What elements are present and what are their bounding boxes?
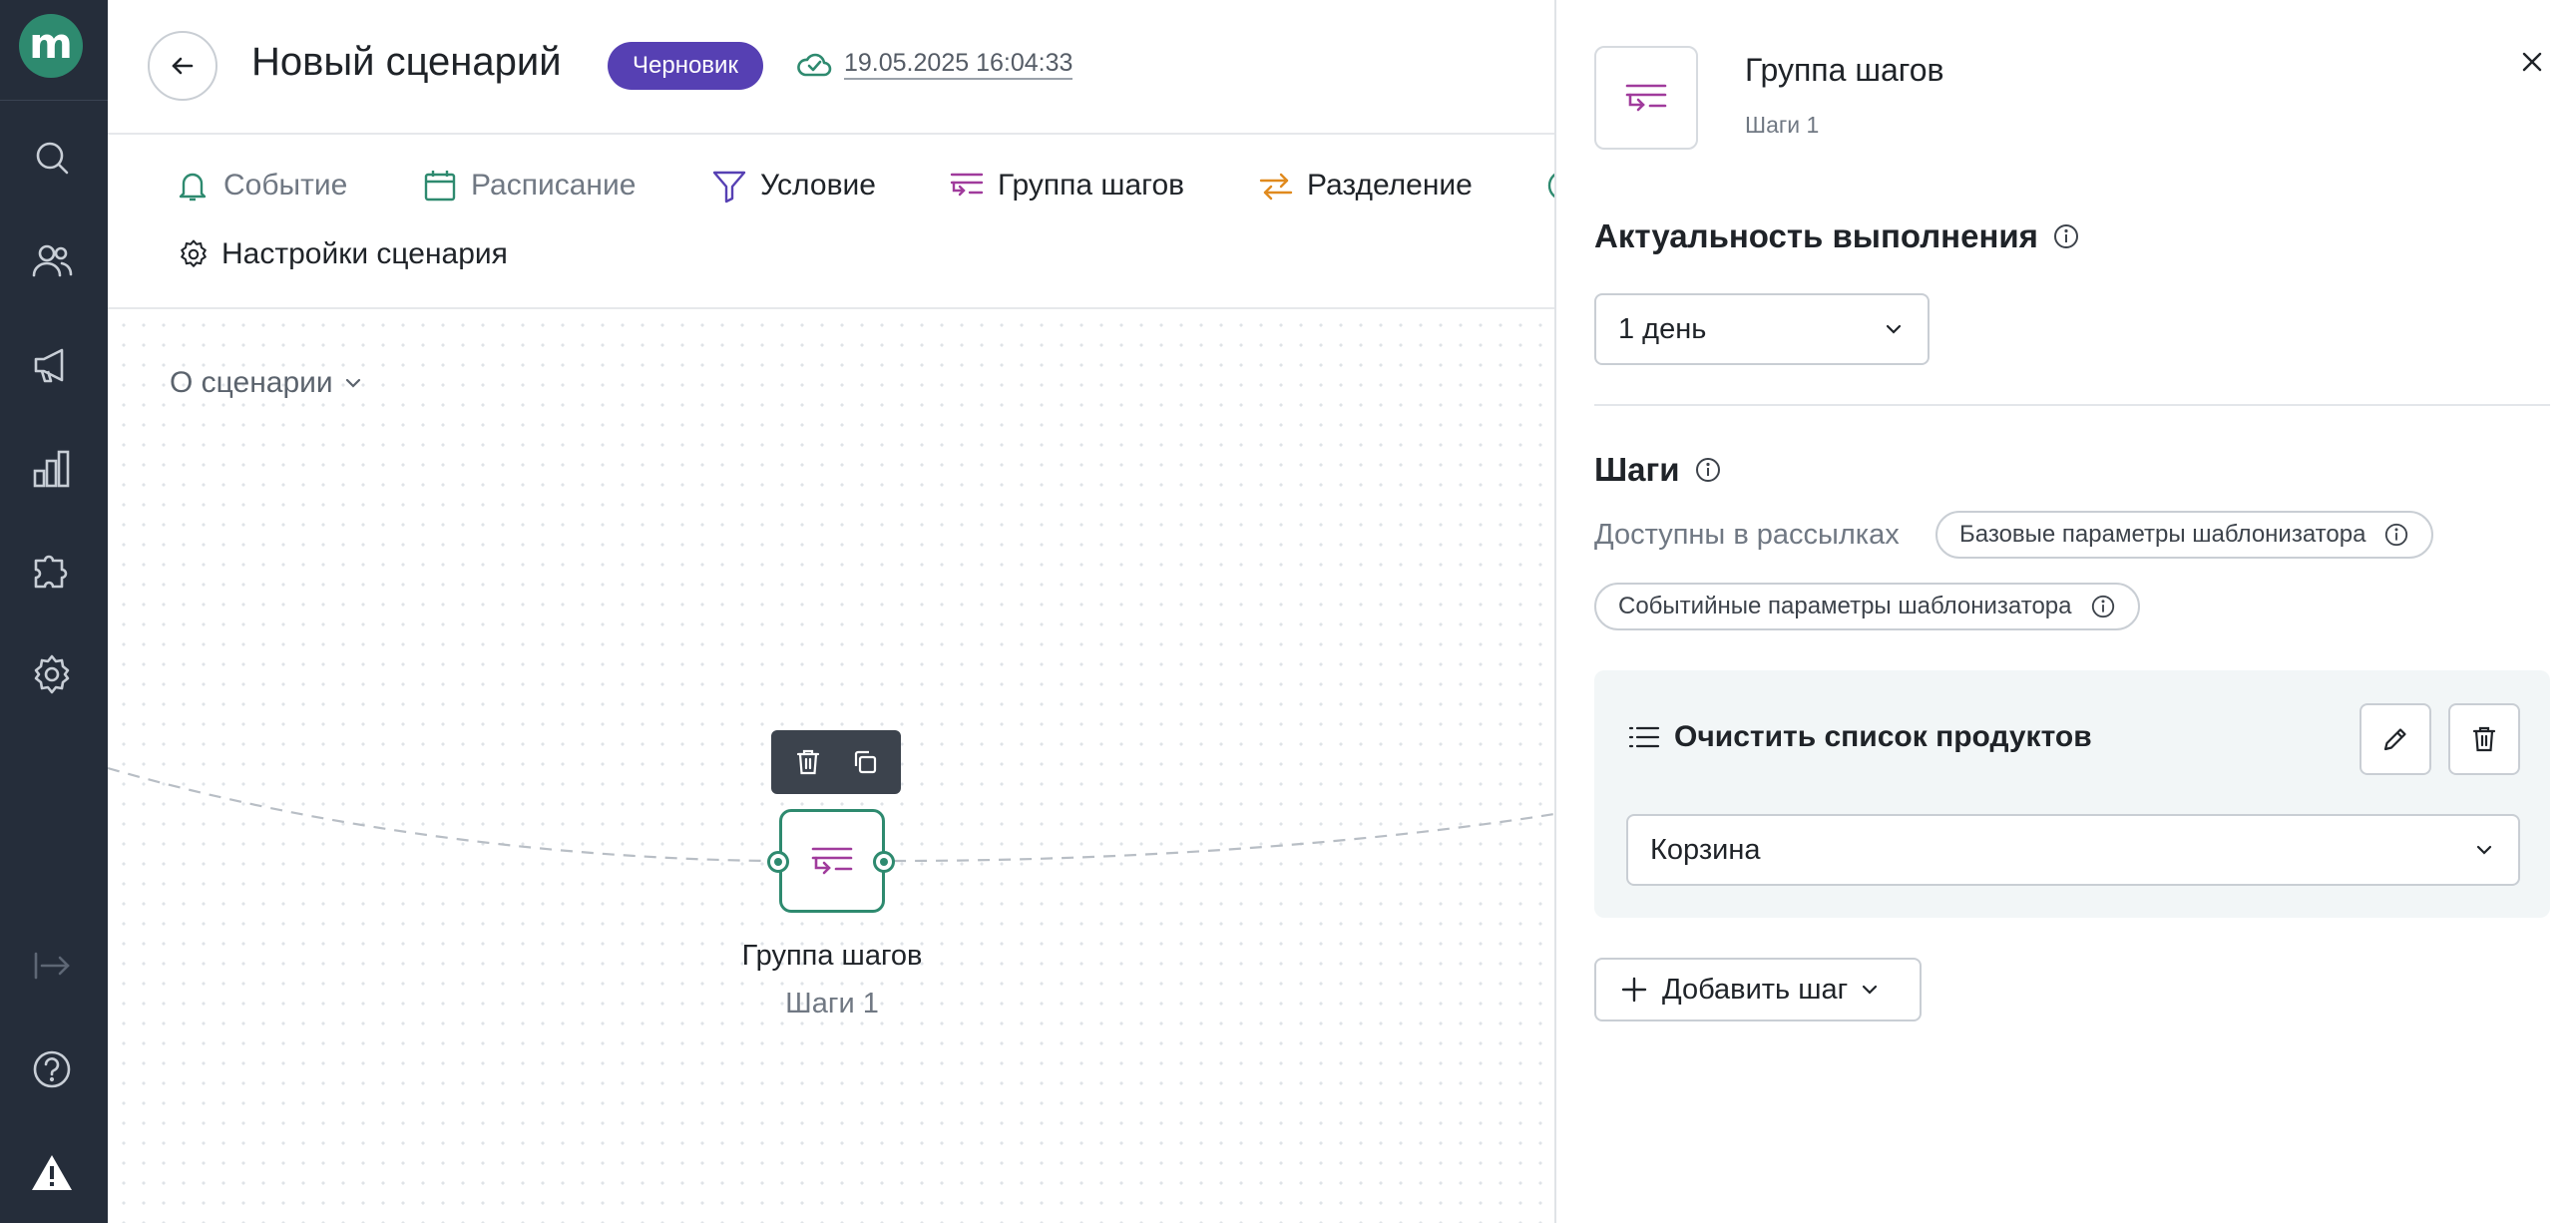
steps-heading: Шаги (1594, 451, 1722, 489)
available-in-mailings-label: Доступны в рассылках (1594, 519, 1900, 551)
panel-subtitle: Шаги 1 (1745, 112, 1820, 138)
saved-timestamp[interactable]: 19.05.2025 16:04:33 (844, 48, 1073, 80)
section-divider (1594, 404, 2550, 406)
app-logo[interactable]: m (19, 14, 83, 78)
chevron-down-icon (1863, 985, 1878, 995)
tool-more-partial[interactable] (1544, 167, 1554, 204)
step-group-icon (950, 173, 984, 197)
step-group-node[interactable] (779, 809, 885, 913)
bell-icon (179, 173, 207, 202)
trash-icon (796, 749, 819, 775)
relevance-select-value: 1 день (1618, 312, 1707, 345)
relevance-select[interactable]: 1 день (1594, 293, 1930, 365)
tool-label: Группа шагов (998, 169, 1185, 202)
tool-split[interactable]: Разделение (1257, 167, 1473, 204)
gear-icon[interactable] (26, 648, 78, 700)
tool-condition[interactable]: Условие (710, 167, 876, 204)
step-group-settings-panel: Группа шагов Шаги 1 Актуальность выполне… (1554, 0, 2576, 1223)
left-rail: m (0, 0, 108, 1223)
scenario-settings-label: Настройки сценария (221, 237, 508, 270)
plus-icon (1621, 977, 1647, 1003)
search-icon[interactable] (26, 132, 78, 184)
chip-event-template-params[interactable]: Событийные параметры шаблонизатора (1594, 583, 2140, 630)
relevance-heading-text: Актуальность выполнения (1594, 217, 2038, 254)
delete-step-button[interactable] (2448, 703, 2520, 775)
relevance-heading: Актуальность выполнения (1594, 217, 2080, 255)
megaphone-icon[interactable] (26, 339, 78, 391)
pencil-icon (2383, 728, 2406, 751)
arrow-left-icon (172, 57, 194, 75)
help-icon[interactable] (26, 1043, 78, 1095)
step-title-text: Очистить список продуктов (1674, 720, 2092, 753)
tool-step-group[interactable]: Группа шагов (948, 167, 1184, 204)
product-list-select[interactable]: Корзина (1626, 814, 2520, 886)
filter-icon (712, 171, 746, 204)
status-badge: Черновик (608, 42, 763, 90)
product-list-select-value: Корзина (1650, 833, 1761, 866)
partial-icon (1547, 173, 1554, 199)
info-icon (2091, 595, 2114, 618)
cloud-check-icon (797, 53, 832, 77)
puzzle-icon[interactable] (26, 545, 78, 597)
list-icon (1628, 726, 1660, 748)
chevron-down-icon (2476, 845, 2492, 855)
node-actions-toolbar (771, 730, 901, 794)
step-group-icon (811, 847, 853, 875)
close-panel-button[interactable] (2512, 42, 2552, 82)
scenario-settings-button[interactable]: Настройки сценария (178, 237, 508, 271)
warning-icon[interactable] (26, 1147, 78, 1199)
split-icon (1259, 173, 1293, 201)
step-title: Очистить список продуктов (1628, 720, 2092, 754)
tool-label: Разделение (1307, 169, 1473, 202)
scenario-canvas[interactable]: О сценарии Группа шагов Шаги 1 (108, 309, 1554, 1223)
tool-label: Расписание (471, 169, 637, 202)
close-icon (2522, 52, 2542, 72)
analytics-icon[interactable] (26, 443, 78, 495)
chip-label: Событийные параметры шаблонизатора (1618, 593, 2072, 619)
tool-label: Событие (223, 169, 348, 202)
step-group-icon (1625, 84, 1667, 112)
panel-block-icon (1594, 46, 1698, 150)
back-button[interactable] (148, 31, 217, 101)
block-toolbar: Событие Расписание Условие Группа шагов … (108, 135, 1554, 309)
edit-step-button[interactable] (2360, 703, 2431, 775)
node-input-port[interactable] (767, 851, 789, 873)
saved-status: 19.05.2025 16:04:33 (796, 48, 1073, 80)
scenario-header: Новый сценарий Черновик 19.05.2025 16:04… (108, 0, 1554, 135)
users-icon[interactable] (26, 235, 78, 287)
add-step-label: Добавить шаг (1662, 973, 1849, 1006)
tool-schedule[interactable]: Расписание (421, 167, 636, 204)
node-subtitle: Шаги 1 (785, 988, 879, 1019)
node-output-port[interactable] (873, 851, 895, 873)
copy-icon (854, 750, 876, 774)
chip-label: Базовые параметры шаблонизатора (1959, 521, 2366, 548)
info-icon (2385, 523, 2408, 547)
gear-icon (181, 239, 207, 267)
add-step-button[interactable]: Добавить шаг (1594, 958, 1922, 1021)
trash-icon (2472, 726, 2496, 752)
copy-node-button[interactable] (843, 740, 887, 784)
collapse-icon[interactable] (26, 940, 78, 992)
info-icon[interactable] (1694, 456, 1722, 484)
chip-basic-template-params[interactable]: Базовые параметры шаблонизатора (1935, 511, 2434, 559)
delete-node-button[interactable] (786, 740, 830, 784)
info-icon[interactable] (2052, 222, 2080, 250)
chevron-down-icon (1886, 324, 1902, 334)
steps-heading-text: Шаги (1594, 451, 1680, 488)
rail-divider (0, 100, 108, 101)
calendar-icon (424, 171, 456, 202)
page-title: Новый сценарий (251, 40, 562, 84)
tool-event[interactable]: Событие (174, 167, 347, 204)
tool-label: Условие (760, 169, 876, 202)
step-card: Очистить список продуктов Корзина (1594, 670, 2550, 918)
node-title: Группа шагов (741, 940, 923, 972)
panel-title: Группа шагов (1745, 52, 1944, 88)
